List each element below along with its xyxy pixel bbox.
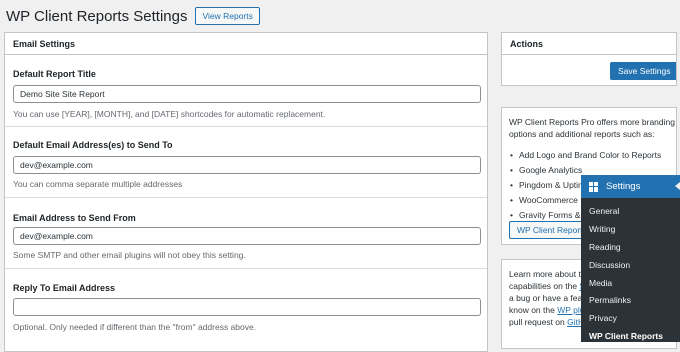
- settings-menu-title: Settings: [606, 181, 641, 192]
- submenu-item-media[interactable]: Media: [581, 274, 680, 292]
- learn-text-part: capabilities on the: [509, 281, 580, 291]
- send-to-input[interactable]: dev@example.com: [13, 156, 481, 174]
- actions-title: Actions: [502, 33, 676, 55]
- send-from-field: Email Address to Send From dev@example.c…: [5, 198, 487, 269]
- view-reports-button[interactable]: View Reports: [195, 7, 260, 25]
- submenu-item-permalinks[interactable]: Permalinks: [581, 291, 680, 309]
- report-title-field: Default Report Title Demo Site Site Repo…: [5, 55, 487, 127]
- promo-description: WP Client Reports Pro offers more brandi…: [509, 117, 675, 139]
- report-title-label: Default Report Title: [13, 69, 96, 79]
- send-to-help: You can comma separate multiple addresse…: [13, 179, 183, 189]
- send-from-input[interactable]: dev@example.com: [13, 227, 481, 245]
- reply-to-input[interactable]: [13, 298, 481, 316]
- submenu-item-wp-client-reports[interactable]: WP Client Reports: [581, 327, 680, 345]
- submenu-item-general[interactable]: General: [581, 202, 680, 220]
- reply-to-label: Reply To Email Address: [13, 283, 116, 293]
- promo-feature-item: Add Logo and Brand Color to Reports: [510, 147, 661, 162]
- submenu-item-writing[interactable]: Writing: [581, 220, 680, 238]
- send-to-label: Default Email Address(es) to Send To: [13, 140, 173, 150]
- settings-sliders-icon: [589, 181, 599, 192]
- learn-text-part: pull request on: [509, 317, 568, 327]
- submenu-item-discussion[interactable]: Discussion: [581, 256, 680, 274]
- report-title-input[interactable]: Demo Site Site Report: [13, 85, 481, 103]
- current-menu-arrow-icon: [675, 182, 680, 190]
- send-from-label: Email Address to Send From: [13, 213, 136, 223]
- settings-flyout-menu: Settings General Writing Reading Discuss…: [581, 175, 680, 342]
- submenu-item-privacy[interactable]: Privacy: [581, 309, 680, 327]
- send-from-help: Some SMTP and other email plugins will n…: [13, 250, 246, 260]
- settings-menu-header[interactable]: Settings: [581, 175, 680, 198]
- submenu-item-reading[interactable]: Reading: [581, 238, 680, 256]
- settings-submenu: General Writing Reading Discussion Media…: [581, 202, 680, 345]
- reply-to-field: Reply To Email Address Optional. Only ne…: [5, 269, 487, 339]
- learn-text-part: know on the: [509, 305, 558, 315]
- send-to-field: Default Email Address(es) to Send To dev…: [5, 127, 487, 198]
- reply-to-help: Optional. Only needed if different than …: [13, 322, 257, 332]
- email-settings-panel: Email Settings Default Report Title Demo…: [4, 32, 488, 352]
- page-title: WP Client Reports Settings: [6, 7, 188, 25]
- report-title-help: You can use [YEAR], [MONTH], and [DATE] …: [13, 109, 326, 119]
- get-pro-button-label: WP Client Reports: [517, 225, 587, 235]
- save-settings-button[interactable]: Save Settings: [610, 62, 676, 80]
- email-settings-title: Email Settings: [5, 33, 487, 55]
- actions-panel: Actions Save Settings: [501, 32, 677, 86]
- page-header: WP Client Reports Settings View Reports: [6, 6, 260, 26]
